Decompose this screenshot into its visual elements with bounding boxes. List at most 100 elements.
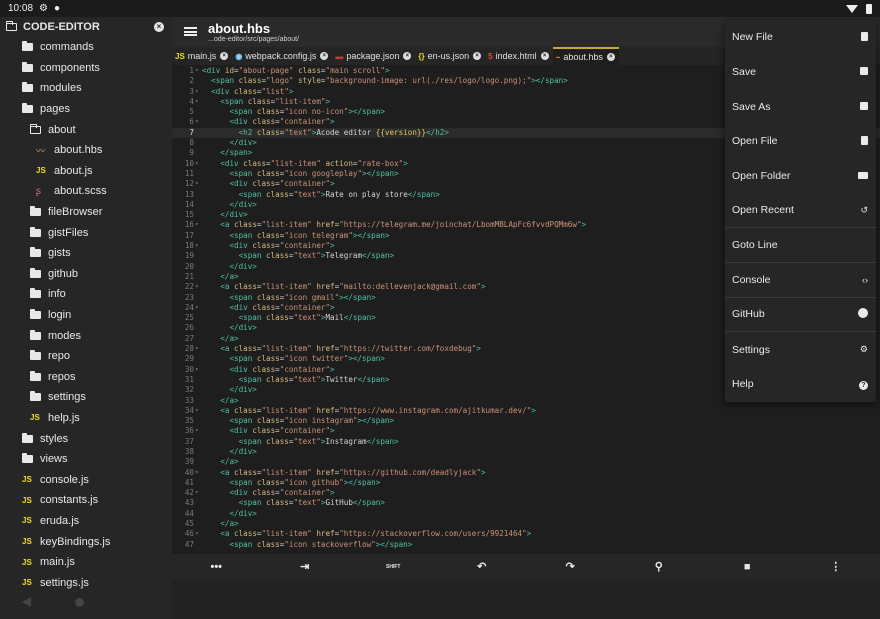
code-line[interactable]: 41 <span class="icon github"></span>: [172, 478, 880, 488]
code-line[interactable]: 37 <span class="text">Instagram</span>: [172, 437, 880, 447]
more-vert-icon[interactable]: ⋮: [821, 560, 851, 573]
menu-item-open-recent[interactable]: Open Recent ↺: [725, 193, 876, 229]
fold-arrow-icon[interactable]: ▾: [195, 365, 199, 375]
tree-file[interactable]: JS settings.js: [0, 572, 172, 593]
menu-item-console[interactable]: Console ‹›: [725, 263, 876, 298]
save-icon[interactable]: ■: [732, 561, 762, 573]
code-line[interactable]: 34 ▾ <a class="list-item" href="https://w…: [172, 406, 880, 416]
fold-arrow-icon[interactable]: ▾: [195, 426, 199, 436]
project-root[interactable]: CODE-EDITOR ×: [0, 17, 172, 37]
code-text: <span class="text">Twitter</span>: [238, 374, 390, 384]
fold-arrow-icon[interactable]: ▾: [195, 179, 199, 189]
tree-file[interactable]: JS constants.js: [0, 490, 172, 511]
close-icon[interactable]: ×: [540, 52, 549, 60]
tab-index-html[interactable]: 5 index.html ×: [485, 47, 552, 65]
tree-file[interactable]: JS main.js: [0, 552, 172, 573]
tree-folder[interactable]: github: [0, 264, 172, 285]
fold-arrow-icon[interactable]: ▾: [195, 220, 199, 230]
hamburger-menu-icon[interactable]: [184, 27, 197, 36]
fold-arrow-icon[interactable]: ▾: [195, 241, 199, 251]
code-line[interactable]: 44 </div>: [172, 509, 880, 519]
close-icon[interactable]: ×: [154, 22, 164, 32]
fold-arrow-icon[interactable]: ▾: [195, 97, 199, 107]
undo-icon[interactable]: ↶: [467, 560, 497, 573]
line-number: 17: [184, 230, 194, 240]
tree-folder[interactable]: components: [0, 58, 172, 79]
tree-folder[interactable]: repos: [0, 367, 172, 388]
redo-icon[interactable]: ↷: [555, 560, 585, 573]
menu-item-new-file[interactable]: New File: [725, 20, 876, 55]
code-line[interactable]: 43 <span class="text">GitHub</span>: [172, 498, 880, 508]
line-number: 20: [184, 261, 194, 271]
line-number: 18: [184, 241, 194, 251]
close-icon[interactable]: ×: [220, 52, 229, 60]
fold-arrow-icon[interactable]: ▾: [195, 303, 199, 313]
fold-arrow-icon[interactable]: ▾: [195, 344, 199, 354]
code-line[interactable]: 46 ▾ <a class="list-item" href="https://s…: [172, 529, 880, 539]
close-icon[interactable]: ×: [473, 52, 482, 60]
tree-folder[interactable]: info: [0, 284, 172, 305]
code-line[interactable]: 47 <span class="icon stackoverflow"></sp…: [172, 540, 880, 550]
tab-webpack-config-js[interactable]: ◉ webpack.config.js ×: [232, 47, 332, 65]
close-icon[interactable]: ×: [606, 53, 615, 61]
menu-item-help[interactable]: Help?: [725, 367, 876, 402]
fold-arrow-icon[interactable]: ▾: [195, 87, 199, 97]
fold-arrow-icon[interactable]: ▾: [195, 488, 199, 498]
close-icon[interactable]: ×: [320, 52, 329, 60]
tree-folder[interactable]: commands: [0, 37, 172, 58]
code-line[interactable]: 45 </a>: [172, 519, 880, 529]
code-line[interactable]: 36 ▾ <div class="container">: [172, 426, 880, 436]
menu-item-label: Save As: [732, 100, 771, 113]
tree-file[interactable]: ʂ about.scss: [0, 181, 172, 202]
tree-folder[interactable]: settings: [0, 387, 172, 408]
menu-item-open-file[interactable]: Open File: [725, 124, 876, 159]
search-icon[interactable]: ⚲: [644, 560, 674, 573]
code-line[interactable]: 39 </a>: [172, 457, 880, 467]
menu-item-goto-line[interactable]: Goto Line: [725, 228, 876, 263]
home-icon[interactable]: [75, 597, 84, 607]
menu-item-save-as[interactable]: Save As: [725, 89, 876, 124]
code-line[interactable]: 38 </div>: [172, 447, 880, 457]
shift-key-icon[interactable]: SHIFT: [378, 564, 408, 570]
tab-main-js[interactable]: JS main.js ×: [172, 47, 232, 65]
tree-folder[interactable]: about: [0, 119, 172, 140]
tree-folder[interactable]: modules: [0, 78, 172, 99]
code-line[interactable]: 35 <span class="icon instagram"></span>: [172, 416, 880, 426]
tree-file[interactable]: JS help.js: [0, 408, 172, 429]
fold-arrow-icon[interactable]: ▾: [195, 282, 199, 292]
tree-folder[interactable]: gistFiles: [0, 222, 172, 243]
tree-file[interactable]: JS eruda.js: [0, 511, 172, 532]
tab-package-json[interactable]: ▬ package.json ×: [332, 47, 415, 65]
tree-folder[interactable]: styles: [0, 428, 172, 449]
menu-item-save[interactable]: Save: [725, 55, 876, 90]
menu-item-open-folder[interactable]: Open Folder: [725, 159, 876, 194]
fold-arrow-icon[interactable]: ▾: [195, 468, 199, 478]
tree-file[interactable]: JS console.js: [0, 469, 172, 490]
code-line[interactable]: 40 ▾ <a class="list-item" href="https://g…: [172, 468, 880, 478]
tree-folder[interactable]: fileBrowser: [0, 202, 172, 223]
menu-item-settings[interactable]: Settings ⚙: [725, 332, 876, 367]
more-horiz-icon[interactable]: •••: [201, 561, 231, 573]
back-icon[interactable]: [22, 597, 31, 607]
menu-item-label: Open Recent: [732, 204, 794, 217]
tree-folder[interactable]: gists: [0, 243, 172, 264]
fold-arrow-icon[interactable]: ▾: [195, 117, 199, 127]
tree-file[interactable]: JS about.js: [0, 161, 172, 182]
tree-file[interactable]: JS keyBindings.js: [0, 531, 172, 552]
tab-about-hbs[interactable]: ~ about.hbs ×: [552, 47, 619, 65]
close-icon[interactable]: ×: [403, 52, 412, 60]
tree-folder[interactable]: login: [0, 305, 172, 326]
fold-arrow-icon[interactable]: ▾: [195, 406, 199, 416]
fold-arrow-icon[interactable]: ▾: [195, 529, 199, 539]
tree-file[interactable]: 〰 about.hbs: [0, 140, 172, 161]
fold-arrow-icon[interactable]: ▾: [195, 159, 199, 169]
tab-en-us-json[interactable]: {} en-us.json ×: [415, 47, 485, 65]
menu-item-github[interactable]: GitHub: [725, 298, 876, 333]
tree-folder[interactable]: repo: [0, 346, 172, 367]
tree-folder[interactable]: pages: [0, 99, 172, 120]
tab-key-icon[interactable]: ⇥: [290, 560, 320, 573]
tree-folder[interactable]: modes: [0, 325, 172, 346]
code-line[interactable]: 42 ▾ <div class="container">: [172, 488, 880, 498]
fold-arrow-icon[interactable]: ▾: [195, 66, 199, 76]
tree-folder[interactable]: views: [0, 449, 172, 470]
